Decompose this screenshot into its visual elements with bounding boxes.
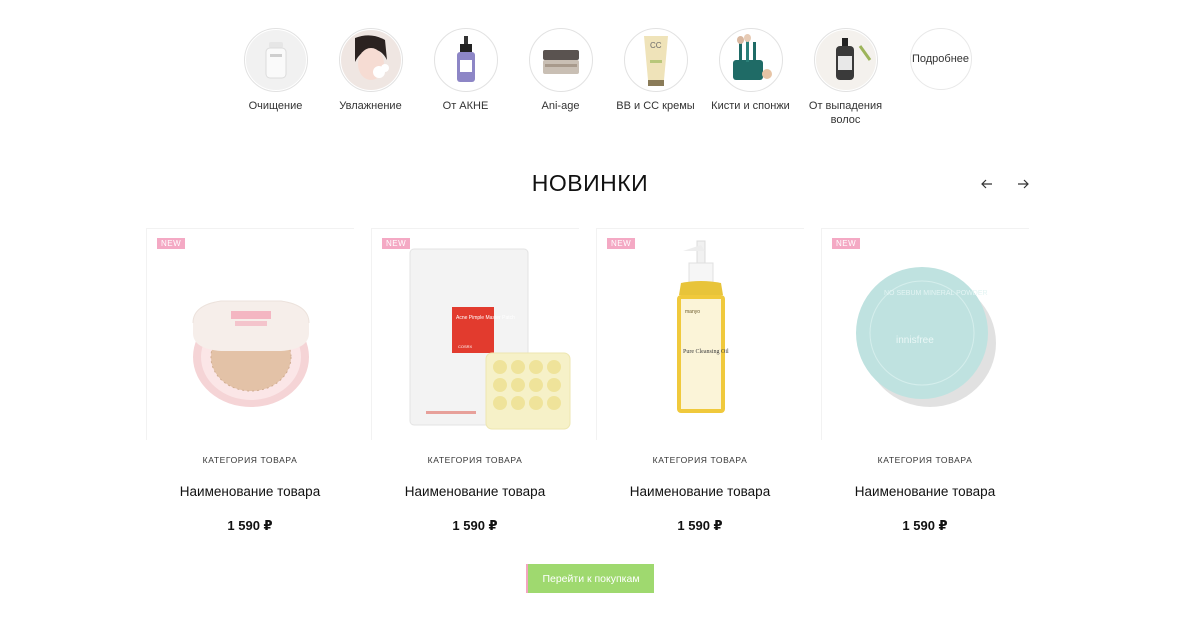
product-price: 1 590 ₽	[902, 518, 948, 533]
more-button[interactable]: Подробнее	[909, 28, 972, 90]
arrow-right-icon	[1018, 179, 1029, 189]
product-card[interactable]: NEW КАТЕГОРИЯ ТОВАРА Наименование товара…	[146, 228, 354, 558]
product-image[interactable]: NEW	[146, 228, 354, 440]
category-item-antiage[interactable]: Ani-age	[513, 28, 608, 127]
oil-title: Pure Cleansing Oil	[683, 349, 729, 355]
category-label: Очищение	[248, 100, 303, 112]
product-image[interactable]: NEW innisfree NO SEBUM MINERAL POWDER	[821, 228, 1029, 440]
category-item-brushes[interactable]: Кисти и спонжи	[703, 28, 798, 127]
category-list: Очищение Увлажнение От АКНЕ Ani-age CC B…	[228, 28, 988, 127]
product-name[interactable]: Наименование товара	[371, 484, 579, 499]
oil-brand: manyo	[685, 309, 700, 315]
face-mask-woman-icon	[338, 28, 403, 92]
new-badge: NEW	[382, 238, 411, 249]
product-price: 1 590 ₽	[227, 518, 273, 533]
cleanser-bottle-icon	[243, 28, 308, 92]
product-price: 1 590 ₽	[452, 518, 498, 533]
patch-title: Acne Pimple Master Patch	[456, 315, 515, 321]
cc-tube-label: CC	[650, 41, 662, 50]
category-label: От АКНЕ	[442, 100, 489, 112]
new-badge: NEW	[157, 238, 186, 249]
product-image[interactable]: NEW manyo Pure Cleansing Oil	[596, 228, 804, 440]
category-label: Ani-age	[541, 100, 580, 112]
product-category: КАТЕГОРИЯ ТОВАРА	[652, 455, 748, 465]
category-label: BB и CC кремы	[616, 100, 695, 112]
compact-brand: innisfree	[896, 335, 934, 346]
category-item-cleansing[interactable]: Очищение	[228, 28, 323, 127]
cream-jar-icon	[528, 28, 593, 92]
category-item-hair-loss[interactable]: От выпадения волос	[798, 28, 893, 127]
next-button[interactable]	[1014, 172, 1032, 196]
category-item-acne[interactable]: От АКНЕ	[418, 28, 513, 127]
cc-cream-tube-icon: CC	[623, 28, 688, 92]
category-label: От выпадения волос	[808, 100, 883, 126]
shampoo-bottle-icon	[813, 28, 878, 92]
product-name[interactable]: Наименование товара	[146, 484, 354, 499]
acne-patch-image: Acne Pimple Master Patch COSRX	[409, 248, 570, 429]
go-to-shopping-button[interactable]: Перейти к покупкам	[526, 564, 654, 593]
powder-compact-image: innisfree NO SEBUM MINERAL POWDER	[855, 266, 996, 407]
arrow-left-icon	[981, 179, 992, 189]
carousel-controls	[978, 172, 1032, 196]
product-card[interactable]: NEW innisfree NO SEBUM MINERAL POWDER КА…	[821, 228, 1029, 558]
product-price: 1 590 ₽	[677, 518, 723, 533]
product-image[interactable]: NEW Acne Pimple Master Patch COSRX	[371, 228, 579, 440]
new-badge: NEW	[832, 238, 861, 249]
product-category: КАТЕГОРИЯ ТОВАРА	[202, 455, 298, 465]
category-item-moisturizing[interactable]: Увлажнение	[323, 28, 418, 127]
category-label: Кисти и спонжи	[711, 100, 790, 112]
product-name[interactable]: Наименование товара	[821, 484, 1029, 499]
compact-ring: NO SEBUM MINERAL POWDER	[884, 290, 988, 297]
serum-dropper-icon	[433, 28, 498, 92]
product-card[interactable]: NEW manyo Pure Cleansing Oil КАТЕГОРИЯ Т…	[596, 228, 804, 558]
product-card[interactable]: NEW Acne Pimple Master Patch COSRX КАТЕГ…	[371, 228, 579, 558]
category-item-more[interactable]: Подробнее	[893, 28, 988, 127]
prev-button[interactable]	[978, 172, 996, 196]
product-name[interactable]: Наименование товара	[596, 484, 804, 499]
patch-brand: COSRX	[458, 344, 473, 349]
new-badge: NEW	[607, 238, 636, 249]
category-item-bb-cc[interactable]: CC BB и CC кремы	[608, 28, 703, 127]
brushes-icon	[718, 28, 783, 92]
product-category: КАТЕГОРИЯ ТОВАРА	[427, 455, 523, 465]
category-label: Увлажнение	[339, 100, 402, 112]
cushion-compact-image	[192, 300, 309, 407]
product-list: NEW КАТЕГОРИЯ ТОВАРА Наименование товара…	[146, 228, 1029, 558]
cleansing-oil-image: manyo Pure Cleansing Oil	[676, 240, 729, 413]
product-category: КАТЕГОРИЯ ТОВАРА	[877, 455, 973, 465]
